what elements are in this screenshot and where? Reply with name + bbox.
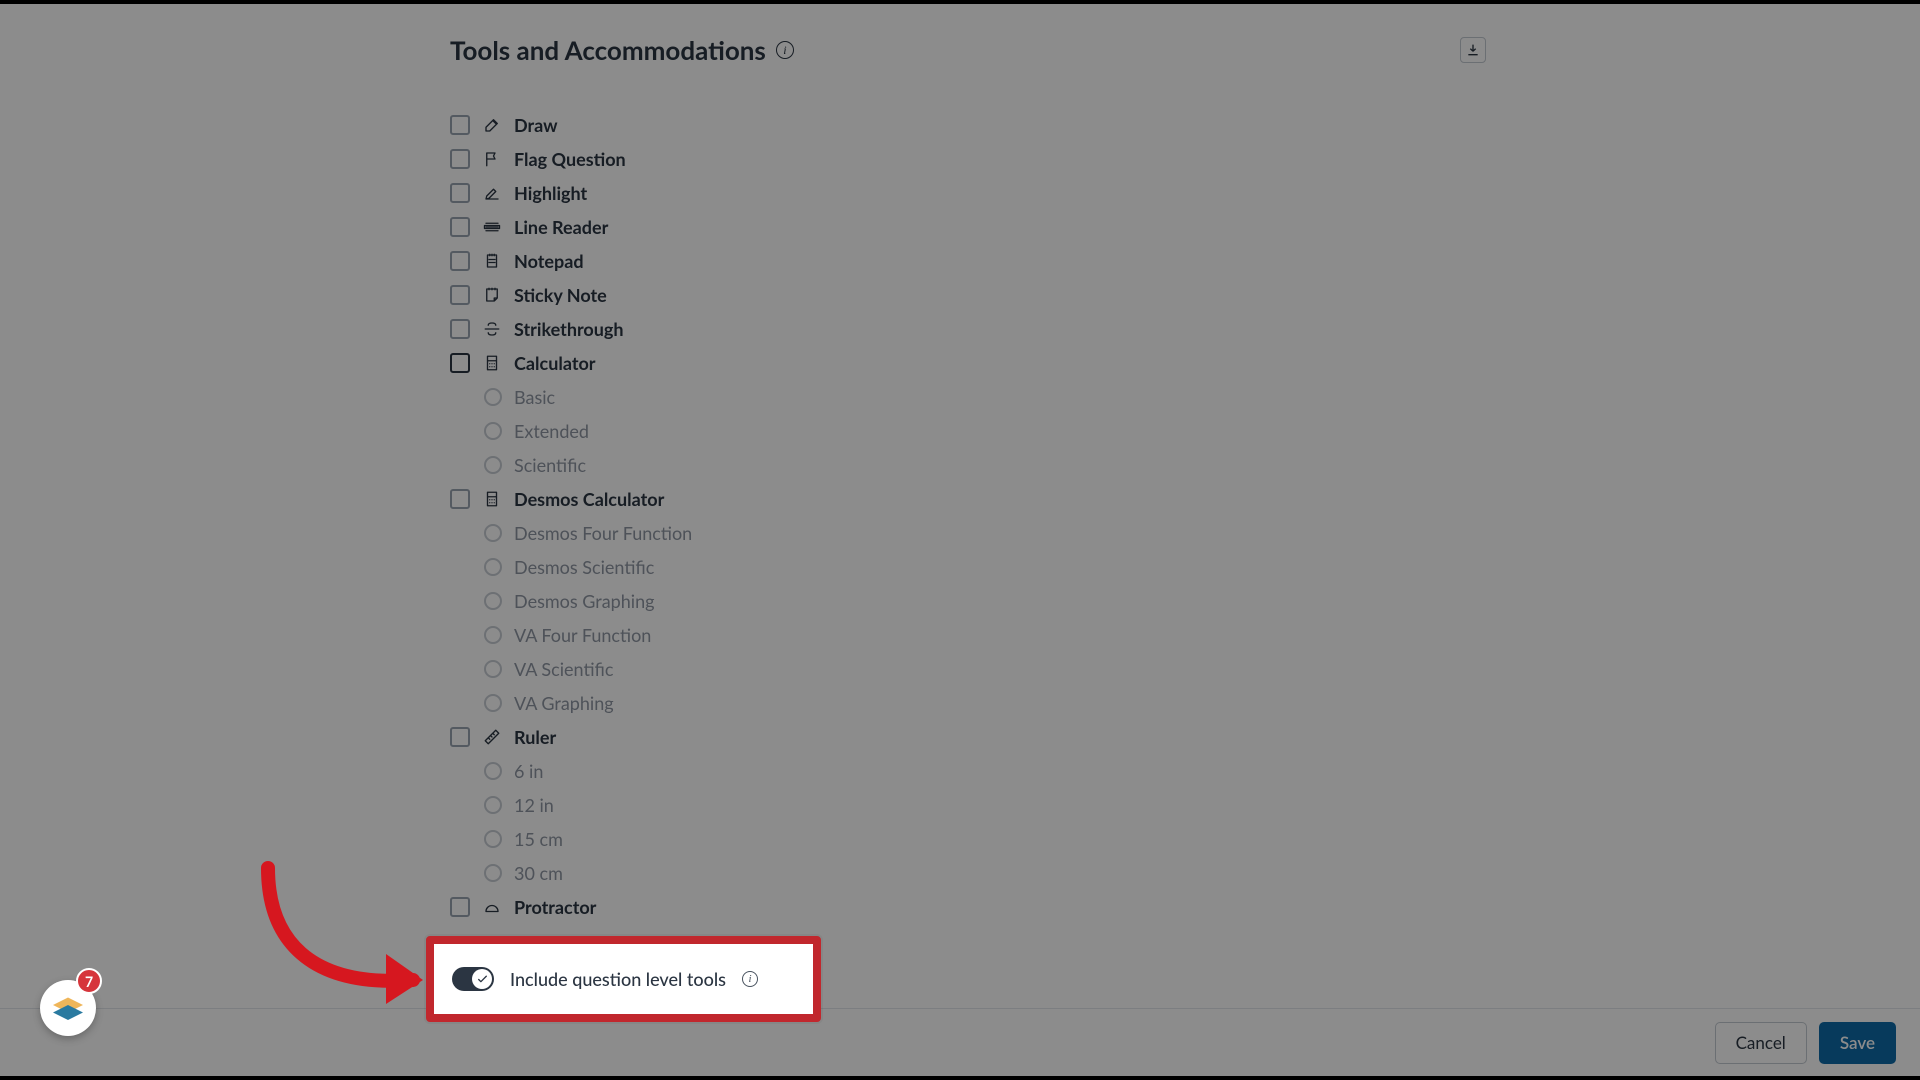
checkbox-desmos[interactable] bbox=[450, 489, 470, 509]
opt-va-four: VA Four Function bbox=[514, 624, 651, 646]
notepad-icon bbox=[482, 251, 502, 271]
tool-row-protractor: Protractor bbox=[450, 890, 1486, 924]
tools-section: Tools and Accommodations i Draw Flag Que… bbox=[450, 34, 1486, 924]
label-notepad: Notepad bbox=[514, 250, 584, 272]
footer: Cancel Save bbox=[0, 1008, 1920, 1076]
radio-desmos-graph[interactable] bbox=[484, 592, 502, 610]
label-draw: Draw bbox=[514, 114, 558, 136]
tool-row-sticky-note: Sticky Note bbox=[450, 278, 1486, 312]
checkbox-flag[interactable] bbox=[450, 149, 470, 169]
label-protractor: Protractor bbox=[514, 896, 596, 918]
question-level-tools-highlight: Include question level tools i bbox=[426, 936, 821, 1022]
opt-desmos-four: Desmos Four Function bbox=[514, 522, 692, 544]
label-flag: Flag Question bbox=[514, 148, 626, 170]
question-level-tools-label: Include question level tools bbox=[510, 968, 726, 990]
protractor-icon bbox=[482, 897, 502, 917]
radio-va-graph[interactable] bbox=[484, 694, 502, 712]
opt-calc-basic: Basic bbox=[514, 386, 555, 408]
radio-ruler-30cm[interactable] bbox=[484, 864, 502, 882]
opt-desmos-sci: Desmos Scientific bbox=[514, 556, 654, 578]
desmos-options: Desmos Four Function Desmos Scientific D… bbox=[484, 516, 1486, 720]
highlight-icon bbox=[482, 183, 502, 203]
radio-va-four[interactable] bbox=[484, 626, 502, 644]
opt-ruler-15cm: 15 cm bbox=[514, 828, 563, 850]
tool-row-flag: Flag Question bbox=[450, 142, 1486, 176]
radio-desmos-sci[interactable] bbox=[484, 558, 502, 576]
checkbox-line-reader[interactable] bbox=[450, 217, 470, 237]
radio-desmos-four[interactable] bbox=[484, 524, 502, 542]
tool-row-line-reader: Line Reader bbox=[450, 210, 1486, 244]
label-ruler: Ruler bbox=[514, 726, 556, 748]
section-header: Tools and Accommodations i bbox=[450, 34, 1486, 66]
checkbox-protractor[interactable] bbox=[450, 897, 470, 917]
strikethrough-icon bbox=[482, 319, 502, 339]
tool-row-notepad: Notepad bbox=[450, 244, 1486, 278]
checkbox-calculator[interactable] bbox=[450, 353, 470, 373]
info-icon[interactable]: i bbox=[776, 41, 794, 59]
radio-va-sci[interactable] bbox=[484, 660, 502, 678]
cancel-button[interactable]: Cancel bbox=[1715, 1022, 1807, 1064]
calculator-icon bbox=[482, 353, 502, 373]
opt-calc-extended: Extended bbox=[514, 420, 589, 442]
checkbox-draw[interactable] bbox=[450, 115, 470, 135]
opt-ruler-6in: 6 in bbox=[514, 760, 543, 782]
tool-list: Draw Flag Question Highlight Line Reader bbox=[450, 108, 1486, 924]
opt-va-graph: VA Graphing bbox=[514, 692, 614, 714]
tool-row-desmos: Desmos Calculator bbox=[450, 482, 1486, 516]
label-line-reader: Line Reader bbox=[514, 216, 608, 238]
draw-icon bbox=[482, 115, 502, 135]
line-reader-icon bbox=[482, 217, 502, 237]
opt-desmos-graph: Desmos Graphing bbox=[514, 590, 655, 612]
tool-row-ruler: Ruler bbox=[450, 720, 1486, 754]
save-button[interactable]: Save bbox=[1819, 1022, 1896, 1064]
info-icon[interactable]: i bbox=[742, 971, 758, 987]
page: Tools and Accommodations i Draw Flag Que… bbox=[0, 4, 1920, 1076]
checkbox-sticky-note[interactable] bbox=[450, 285, 470, 305]
ruler-icon bbox=[482, 727, 502, 747]
help-widget-count: 7 bbox=[76, 968, 102, 994]
label-strikethrough: Strikethrough bbox=[514, 318, 624, 340]
label-desmos: Desmos Calculator bbox=[514, 488, 664, 510]
section-title: Tools and Accommodations bbox=[450, 34, 766, 66]
tool-row-highlight: Highlight bbox=[450, 176, 1486, 210]
checkbox-strikethrough[interactable] bbox=[450, 319, 470, 339]
radio-ruler-15cm[interactable] bbox=[484, 830, 502, 848]
checkbox-notepad[interactable] bbox=[450, 251, 470, 271]
desmos-icon bbox=[482, 489, 502, 509]
tool-row-strikethrough: Strikethrough bbox=[450, 312, 1486, 346]
ruler-options: 6 in 12 in 15 cm 30 cm bbox=[484, 754, 1486, 890]
radio-ruler-12in[interactable] bbox=[484, 796, 502, 814]
opt-ruler-30cm: 30 cm bbox=[514, 862, 563, 884]
label-highlight: Highlight bbox=[514, 182, 587, 204]
opt-va-sci: VA Scientific bbox=[514, 658, 613, 680]
question-level-tools-toggle[interactable] bbox=[452, 967, 494, 991]
checkbox-ruler[interactable] bbox=[450, 727, 470, 747]
radio-calc-basic[interactable] bbox=[484, 388, 502, 406]
help-widget[interactable]: 7 bbox=[38, 974, 100, 1036]
opt-calc-scientific: Scientific bbox=[514, 454, 586, 476]
label-sticky-note: Sticky Note bbox=[514, 284, 607, 306]
radio-calc-extended[interactable] bbox=[484, 422, 502, 440]
radio-ruler-6in[interactable] bbox=[484, 762, 502, 780]
checkbox-highlight[interactable] bbox=[450, 183, 470, 203]
sticky-note-icon bbox=[482, 285, 502, 305]
calculator-options: Basic Extended Scientific bbox=[484, 380, 1486, 482]
radio-calc-scientific[interactable] bbox=[484, 456, 502, 474]
tool-row-draw: Draw bbox=[450, 108, 1486, 142]
download-button[interactable] bbox=[1460, 37, 1486, 63]
opt-ruler-12in: 12 in bbox=[514, 794, 554, 816]
label-calculator: Calculator bbox=[514, 352, 596, 374]
flag-icon bbox=[482, 149, 502, 169]
tool-row-calculator: Calculator bbox=[450, 346, 1486, 380]
